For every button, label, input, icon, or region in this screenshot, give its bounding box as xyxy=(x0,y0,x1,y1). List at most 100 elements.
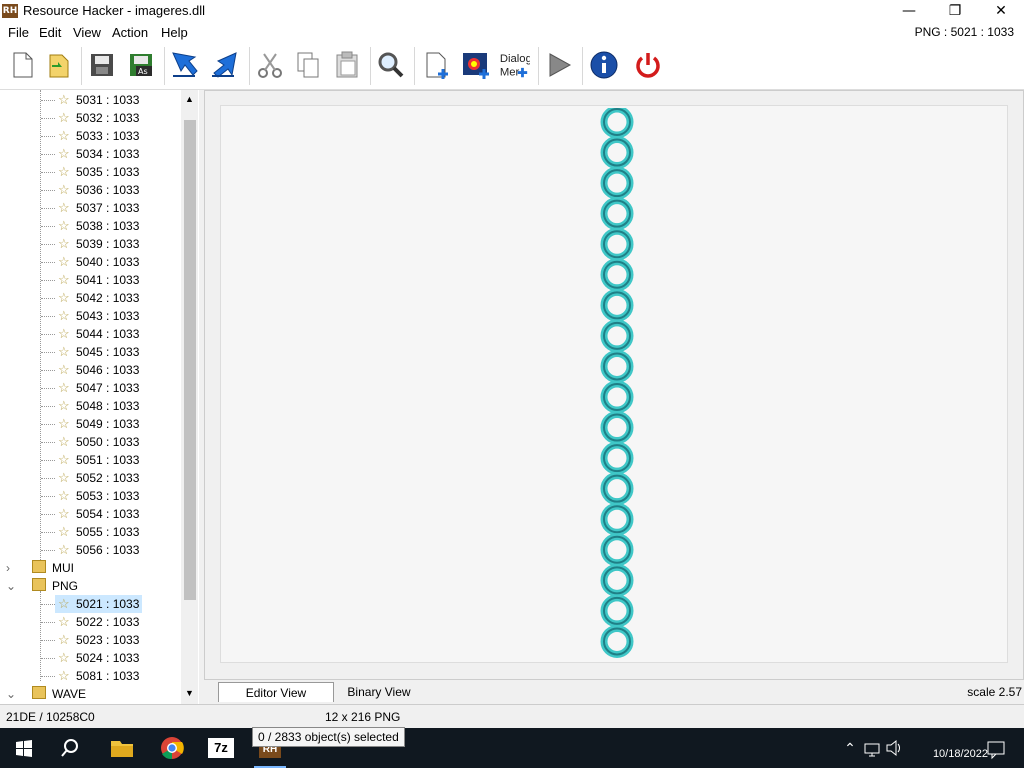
tree-item-label: 5044 : 1033 xyxy=(76,327,140,341)
save-icon[interactable] xyxy=(86,49,118,81)
tree-item[interactable]: ☆ 5033 : 1033 xyxy=(58,127,139,145)
tree-item-label: 5022 : 1033 xyxy=(76,615,140,629)
tree-item[interactable]: ☆ 5022 : 1033 xyxy=(58,613,139,631)
tree-item[interactable]: ☆ 5035 : 1033 xyxy=(58,163,139,181)
tree-item[interactable]: ☆ 5050 : 1033 xyxy=(58,433,139,451)
tab-editor-view[interactable]: Editor View xyxy=(218,682,334,702)
network-icon[interactable] xyxy=(862,732,882,764)
cut-icon[interactable] xyxy=(254,49,286,81)
tree-item[interactable]: ☆ 5053 : 1033 xyxy=(58,487,139,505)
tree-folder-png[interactable]: ⌄ PNG xyxy=(6,577,78,595)
tree-item[interactable]: ☆ 5040 : 1033 xyxy=(58,253,139,271)
tree-item[interactable]: ☆ 5081 : 1033 xyxy=(58,667,139,685)
menu-view[interactable]: View xyxy=(73,25,101,40)
volume-icon[interactable] xyxy=(884,732,904,764)
tree-item[interactable]: ☆ 5023 : 1033 xyxy=(58,631,139,649)
info-icon[interactable] xyxy=(588,49,620,81)
save-as-icon[interactable]: As xyxy=(125,49,157,81)
tree-item[interactable]: ☆ 5037 : 1033 xyxy=(58,199,139,217)
png-image-strip xyxy=(600,108,634,658)
new-file-icon[interactable] xyxy=(6,49,38,81)
ring-image-frame xyxy=(600,502,634,536)
tree-item[interactable]: ☆ 5045 : 1033 xyxy=(58,343,139,361)
power-exit-icon[interactable] xyxy=(632,49,664,81)
star-icon: ☆ xyxy=(58,524,70,539)
scroll-down-icon[interactable]: ▼ xyxy=(185,688,194,698)
tree-item[interactable]: ☆ 5038 : 1033 xyxy=(58,217,139,235)
minimize-button[interactable]: — xyxy=(886,0,932,22)
tree-folder-mui[interactable]: › MUI xyxy=(6,559,74,577)
tree-item-selected[interactable]: ☆ 5021 : 1033 xyxy=(55,595,143,613)
maximize-button[interactable]: ❐ xyxy=(932,0,978,22)
dialog-merger-icon[interactable]: Dialog Mer xyxy=(498,49,532,81)
star-icon: ☆ xyxy=(58,272,70,287)
export-icon[interactable] xyxy=(208,49,240,81)
paste-icon[interactable] xyxy=(331,49,363,81)
tree-item[interactable]: ☆ 5036 : 1033 xyxy=(58,181,139,199)
tree-item[interactable]: ☆ 5041 : 1033 xyxy=(58,271,139,289)
star-icon: ☆ xyxy=(58,308,70,323)
star-icon: ☆ xyxy=(58,488,70,503)
chevron-down-icon[interactable]: ⌄ xyxy=(6,685,20,703)
chevron-up-icon[interactable]: ⌃ xyxy=(840,732,860,764)
tree-folder-label: MUI xyxy=(52,561,74,575)
tree-item[interactable]: ☆ 5051 : 1033 xyxy=(58,451,139,469)
tab-binary-view[interactable]: Binary View xyxy=(334,682,424,702)
tree-item-label: 5049 : 1033 xyxy=(76,417,140,431)
tree-item-label: 5053 : 1033 xyxy=(76,489,140,503)
ring-image-frame xyxy=(600,319,634,353)
menu-file[interactable]: File xyxy=(8,25,29,40)
tree-item[interactable]: ☆ 5034 : 1033 xyxy=(58,145,139,163)
tree-item[interactable]: ☆ 5056 : 1033 xyxy=(58,541,139,559)
selection-status: 0 / 2833 object(s) selected xyxy=(252,727,405,747)
file-explorer-icon[interactable] xyxy=(106,732,138,764)
chevron-down-icon[interactable]: ⌄ xyxy=(6,577,20,595)
tree-item[interactable]: ☆ 5046 : 1033 xyxy=(58,361,139,379)
tree-item-label: 5046 : 1033 xyxy=(76,363,140,377)
tree-item[interactable]: ☆ 5043 : 1033 xyxy=(58,307,139,325)
open-file-icon[interactable] xyxy=(44,49,76,81)
menu-help[interactable]: Help xyxy=(161,25,188,40)
tree-item[interactable]: ☆ 5032 : 1033 xyxy=(58,109,139,127)
scroll-thumb[interactable] xyxy=(184,120,196,600)
chrome-icon[interactable] xyxy=(156,732,188,764)
import-icon[interactable] xyxy=(169,49,201,81)
star-icon: ☆ xyxy=(58,614,70,629)
compile-run-icon[interactable] xyxy=(543,49,575,81)
tree-item[interactable]: ☆ 5054 : 1033 xyxy=(58,505,139,523)
tree-item[interactable]: ☆ 5039 : 1033 xyxy=(58,235,139,253)
chevron-right-icon[interactable]: › xyxy=(6,559,20,577)
current-resource-label: PNG : 5021 : 1033 xyxy=(914,25,1014,39)
tree-item[interactable]: ☆ 5024 : 1033 xyxy=(58,649,139,667)
tree-item[interactable]: ☆ 5048 : 1033 xyxy=(58,397,139,415)
close-button[interactable]: ✕ xyxy=(978,0,1024,22)
notification-icon[interactable] xyxy=(986,732,1006,764)
menu-action[interactable]: Action xyxy=(112,25,148,40)
menu-bar: File Edit View Action Help PNG : 5021 : … xyxy=(0,22,1024,43)
seven-zip-icon[interactable]: 7z xyxy=(205,732,237,764)
tree-item[interactable]: ☆ 5049 : 1033 xyxy=(58,415,139,433)
start-button-icon[interactable] xyxy=(8,732,40,764)
menu-edit[interactable]: Edit xyxy=(39,25,61,40)
tree-scrollbar[interactable]: ▲ ▼ xyxy=(181,90,198,704)
tree-item[interactable]: ☆ 5052 : 1033 xyxy=(58,469,139,487)
tree-item[interactable]: ☆ 5047 : 1033 xyxy=(58,379,139,397)
tree-item[interactable]: ☆ 5042 : 1033 xyxy=(58,289,139,307)
ring-image-frame xyxy=(600,166,634,200)
tree-folder-wave[interactable]: ⌄ WAVE xyxy=(6,685,86,703)
tree-item[interactable]: ☆ 5031 : 1033 xyxy=(58,91,139,109)
tree-item-label: 5045 : 1033 xyxy=(76,345,140,359)
status-offset: 21DE / 10258C0 xyxy=(6,710,95,724)
find-icon[interactable] xyxy=(375,49,407,81)
scroll-up-icon[interactable]: ▲ xyxy=(185,94,194,104)
tray-date: 10/18/2022 xyxy=(932,748,988,760)
scale-label: scale 2.57 xyxy=(967,685,1022,699)
copy-icon[interactable] xyxy=(292,49,324,81)
tree-item-label: 5054 : 1033 xyxy=(76,507,140,521)
tree-item[interactable]: ☆ 5055 : 1033 xyxy=(58,523,139,541)
resource-tree[interactable]: ☆ 5031 : 1033 ☆ 5032 : 1033 ☆ 5033 : 1033 ☆ 503… xyxy=(0,90,200,704)
tree-item[interactable]: ☆ 5044 : 1033 xyxy=(58,325,139,343)
search-icon[interactable] xyxy=(56,732,88,764)
add-image-icon[interactable] xyxy=(460,49,492,81)
add-blank-resource-icon[interactable] xyxy=(421,49,453,81)
